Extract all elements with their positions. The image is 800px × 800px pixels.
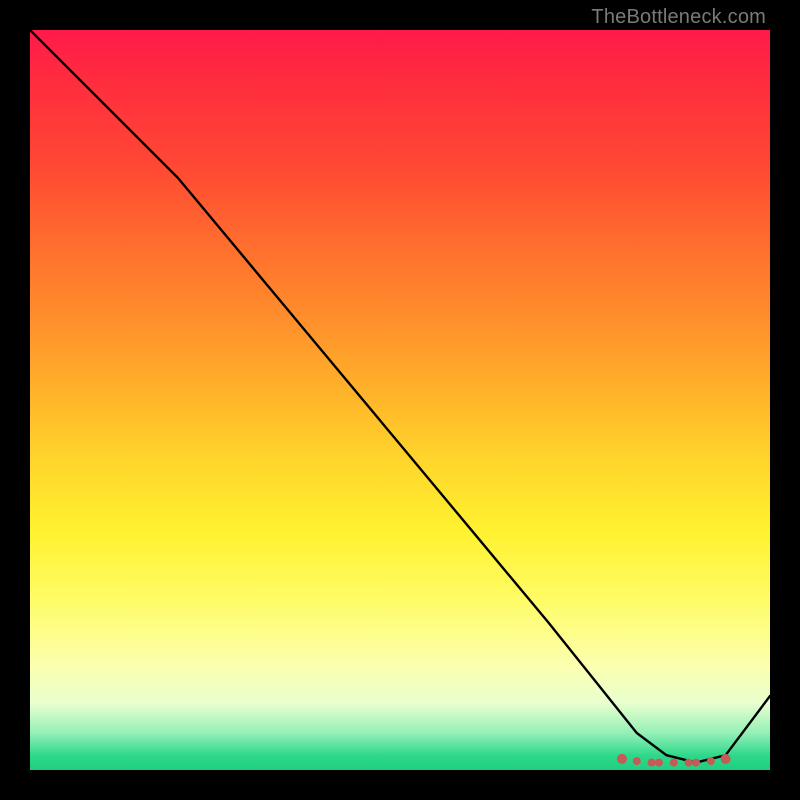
chart-frame: TheBottleneck.com [0,0,800,800]
marker-dot [685,759,693,767]
marker-dot [707,757,715,765]
marker-dot [655,759,663,767]
marker-dot [721,754,731,764]
plot-area [30,30,770,770]
chart-svg [30,30,770,770]
marker-dot [648,759,656,767]
marker-dot [633,757,641,765]
marker-dot [692,759,700,767]
optimal-range-markers [617,754,731,767]
watermark-text: TheBottleneck.com [591,6,766,29]
marker-dot [670,759,678,767]
bottleneck-curve-path [30,30,770,763]
marker-dot [617,754,627,764]
